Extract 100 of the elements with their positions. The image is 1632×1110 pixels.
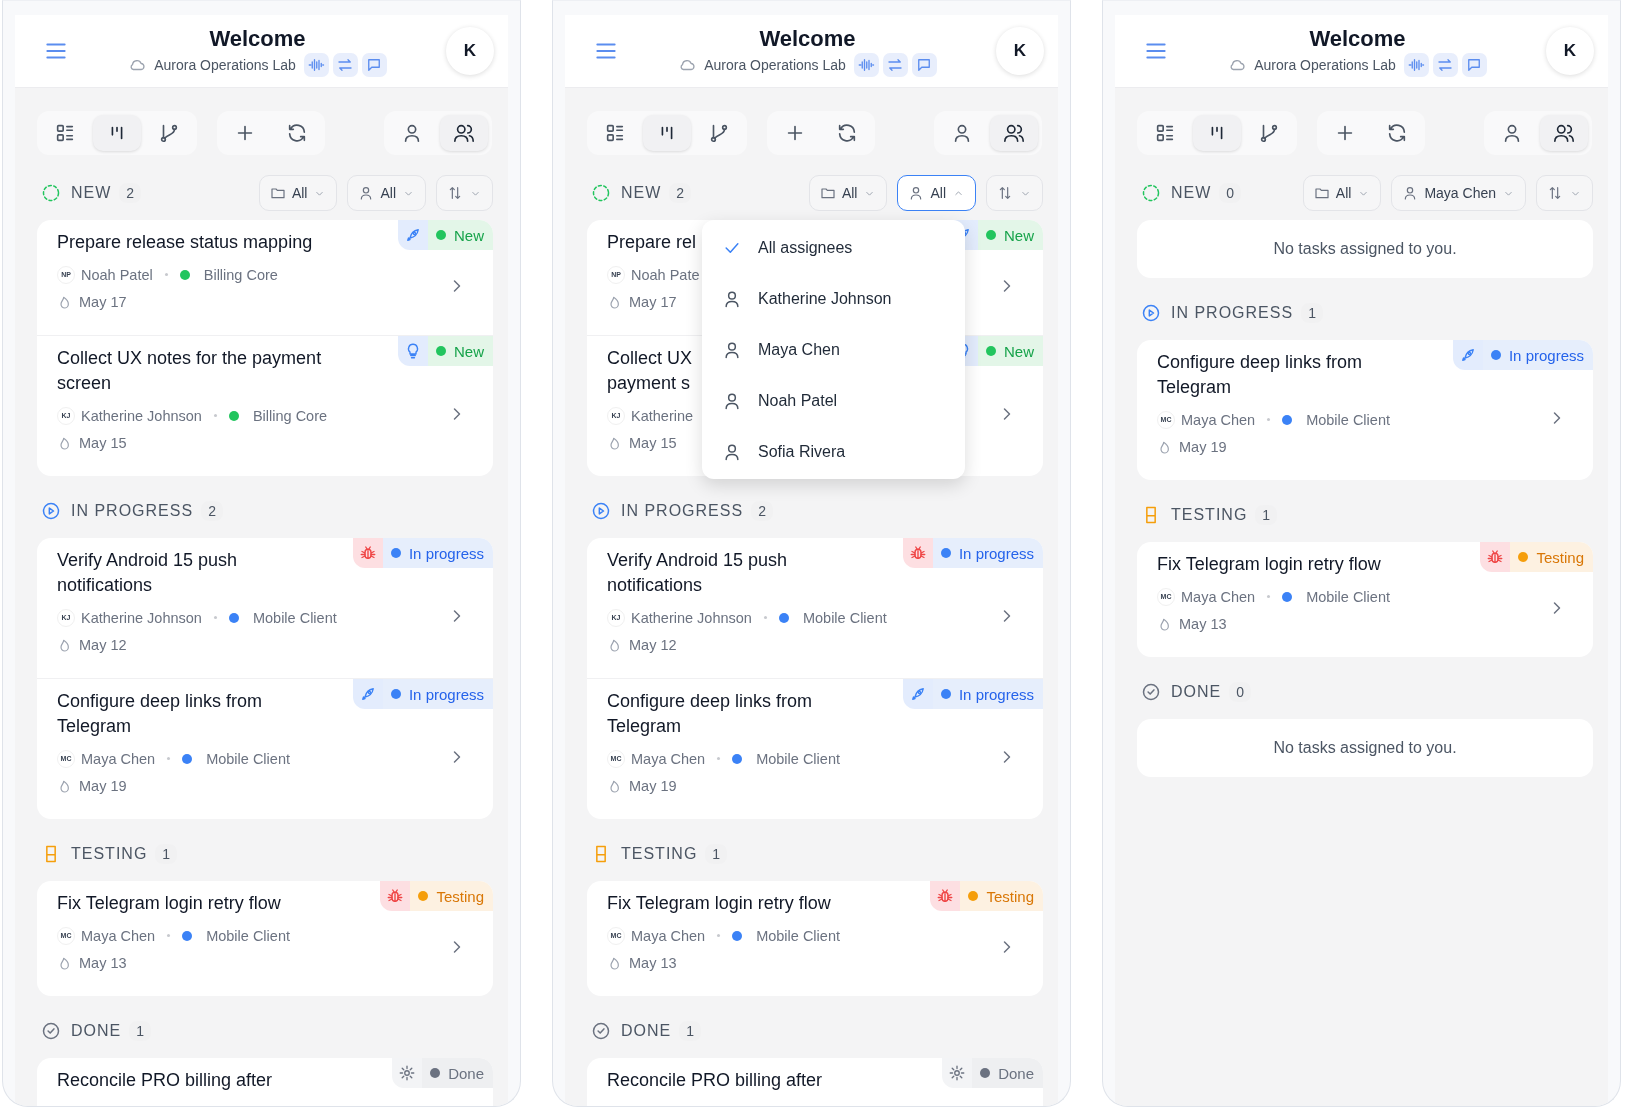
user-avatar[interactable]: K [996, 27, 1044, 75]
task-title[interactable]: Collect UX notes for the payment screen [57, 346, 329, 396]
due-date: May 12 [79, 636, 127, 653]
project-name: Billing Core [252, 407, 328, 424]
sort-icon[interactable] [1547, 185, 1563, 201]
assignee-option[interactable]: Noah Patel [702, 375, 965, 426]
assignee-option[interactable]: All assignees [702, 222, 965, 273]
section-title: NEW [1171, 184, 1212, 202]
separator-dot [213, 616, 217, 619]
project-name: Mobile Client [802, 609, 887, 626]
list-icon[interactable] [604, 122, 626, 144]
task-title[interactable]: Reconcile PRO billing after [57, 1068, 329, 1093]
empty-message: No tasks assigned to you. [1137, 220, 1593, 278]
assignee-name: Katherine [631, 407, 694, 424]
due-date: May 19 [629, 777, 677, 794]
list-icon[interactable] [54, 122, 76, 144]
section-title: TESTING [621, 845, 698, 863]
status-badge: In progress [932, 538, 1043, 568]
branch-icon[interactable] [708, 122, 730, 144]
assignee-option[interactable]: Sofia Rivera [702, 426, 965, 477]
status-badge: Testing [410, 881, 493, 911]
team-tasks-button[interactable] [440, 115, 488, 151]
project-filter[interactable]: All [258, 175, 338, 211]
project-filter[interactable]: All [1302, 175, 1382, 211]
separator-dot [167, 934, 171, 937]
due-date: May 13 [1179, 615, 1227, 632]
section-title: IN PROGRESS [1171, 304, 1294, 322]
status-badge: Testing [1510, 542, 1593, 572]
assignee-name: Maya Chen [631, 927, 706, 944]
project-name: Mobile Client [1306, 411, 1390, 428]
refresh-icon[interactable] [286, 122, 308, 144]
project-name: Mobile Client [756, 927, 840, 944]
status-badge: Done [972, 1058, 1043, 1088]
project-filter[interactable]: All [808, 175, 888, 211]
page-title: Welcome [209, 25, 306, 53]
task-title[interactable]: Prepare release status mapping [57, 230, 329, 255]
task-title[interactable]: Fix Telegram login retry flow [1157, 552, 1429, 577]
assignee-name: Noah Pate [631, 266, 700, 283]
people-icon[interactable] [1003, 122, 1025, 144]
team-tasks-button[interactable] [1540, 115, 1588, 151]
task-title[interactable]: Fix Telegram login retry flow [57, 891, 329, 916]
project-name: Mobile Client [756, 750, 840, 767]
assignee-name: Noah Patel [81, 266, 153, 283]
due-date: May 19 [79, 777, 127, 794]
status-badge: Testing [960, 881, 1043, 911]
done-status-icon [41, 1021, 61, 1041]
project-name: Mobile Client [1306, 588, 1390, 605]
project-name: Mobile Client [206, 750, 290, 767]
new-status-icon [591, 183, 611, 203]
separator-dot [164, 273, 168, 276]
task-title[interactable]: Verify Android 15 push notifications [607, 548, 879, 598]
people-icon[interactable] [453, 122, 475, 144]
due-date: May 13 [79, 954, 127, 971]
status-badge: In progress [382, 679, 493, 709]
sort-icon[interactable] [997, 185, 1013, 201]
folder-icon[interactable] [269, 185, 286, 201]
project-name: Mobile Client [206, 927, 290, 944]
list-icon[interactable] [1154, 122, 1176, 144]
due-date: May 13 [629, 954, 677, 971]
assignee-filter[interactable]: All [347, 175, 426, 211]
assignee-name: Katherine Johnson [631, 609, 752, 626]
refresh-icon[interactable] [836, 122, 858, 144]
task-title[interactable]: Reconcile PRO billing after [607, 1068, 879, 1093]
user-avatar[interactable]: K [446, 27, 494, 75]
user-avatar[interactable]: K [1546, 27, 1594, 75]
empty-message: No tasks assigned to you. [1137, 719, 1593, 777]
section-title: NEW [71, 184, 112, 202]
due-date: May 12 [629, 636, 677, 653]
project-name: Billing Core [203, 266, 278, 283]
task-title[interactable]: Verify Android 15 push notifications [57, 548, 329, 598]
progress-status-icon [591, 501, 611, 521]
sort-icon[interactable] [447, 185, 463, 201]
task-title[interactable]: Configure deep links from Telegram [57, 689, 329, 739]
folder-icon[interactable] [819, 185, 836, 201]
page-title: Welcome [1309, 25, 1406, 53]
task-title[interactable]: Configure deep links from Telegram [1157, 350, 1429, 400]
separator-dot [763, 616, 767, 619]
assignee-filter[interactable]: Maya Chen [1391, 175, 1526, 211]
due-date: May 15 [79, 434, 127, 451]
done-status-icon [591, 1021, 611, 1041]
folder-icon[interactable] [1313, 185, 1330, 201]
branch-icon[interactable] [1258, 122, 1280, 144]
workspace-name: Aurora Operations Lab [154, 57, 296, 73]
people-icon[interactable] [1553, 122, 1575, 144]
team-tasks-button[interactable] [990, 115, 1038, 151]
section-title: IN PROGRESS [71, 502, 194, 520]
task-title[interactable]: Configure deep links from Telegram [607, 689, 879, 739]
section-title: NEW [621, 184, 662, 202]
assignee-name: Maya Chen [1181, 588, 1256, 605]
assignee-option[interactable]: Maya Chen [702, 324, 965, 375]
branch-icon[interactable] [158, 122, 180, 144]
section-title: TESTING [1171, 506, 1248, 524]
assignee-option[interactable]: Katherine Johnson [702, 273, 965, 324]
task-title[interactable]: Fix Telegram login retry flow [607, 891, 879, 916]
assignee-name: Maya Chen [81, 927, 156, 944]
section-title: IN PROGRESS [621, 502, 744, 520]
refresh-icon[interactable] [1386, 122, 1408, 144]
progress-status-icon [1141, 303, 1161, 323]
new-status-icon [41, 183, 61, 203]
assignee-filter[interactable]: All [897, 175, 976, 211]
